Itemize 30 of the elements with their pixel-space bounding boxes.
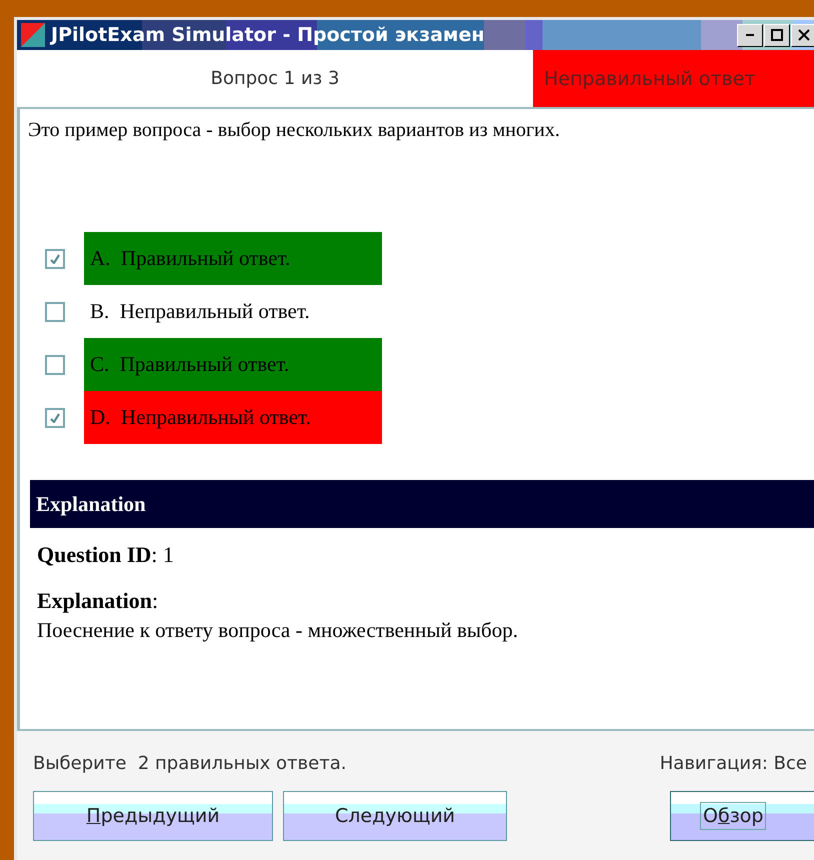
- answer-option[interactable]: D. Неправильный ответ.: [84, 391, 382, 444]
- checkbox[interactable]: [45, 408, 65, 428]
- checkbox[interactable]: [45, 248, 65, 268]
- checkbox[interactable]: [45, 302, 65, 322]
- checkbox[interactable]: [45, 354, 65, 374]
- window-title: JPilotExam Simulator - Простой экзамен: [51, 24, 484, 46]
- result-banner: Неправильный ответ: [533, 50, 814, 107]
- check-icon: [50, 254, 60, 264]
- minimize-icon: [746, 34, 754, 36]
- nav-button[interactable]: Обзор: [670, 791, 814, 841]
- close-button[interactable]: [791, 24, 814, 46]
- explanation-label: Explanation:: [36, 587, 160, 614]
- answer-option[interactable]: C. Правильный ответ.: [84, 338, 382, 391]
- maximize-button[interactable]: [764, 24, 790, 46]
- nav-button[interactable]: Предыдущий: [33, 791, 273, 841]
- check-icon: [50, 412, 60, 422]
- app-icon: [21, 23, 45, 47]
- answer-option[interactable]: A. Правильный ответ.: [84, 232, 382, 285]
- maximize-icon: [771, 29, 783, 41]
- answer-option[interactable]: B. Неправильный ответ.: [84, 285, 382, 338]
- close-icon: [798, 29, 810, 41]
- question-text: Это пример вопроса - выбор нескольких вариантов из многих.: [27, 118, 561, 142]
- explanation-text: Поеснение к ответу вопроса - множественный выбор.: [36, 617, 519, 643]
- nav-button[interactable]: Следующий: [283, 791, 507, 841]
- question-id: Question ID: 1: [36, 541, 175, 568]
- explanation-heading: Explanation: [30, 480, 814, 528]
- minimize-button[interactable]: [737, 24, 763, 46]
- answer-hint: Выберите 2 правильных ответа.: [33, 752, 346, 774]
- navigation-label: Навигация: Все: [660, 752, 807, 774]
- question-counter: Вопрос 1 из 3: [210, 67, 340, 91]
